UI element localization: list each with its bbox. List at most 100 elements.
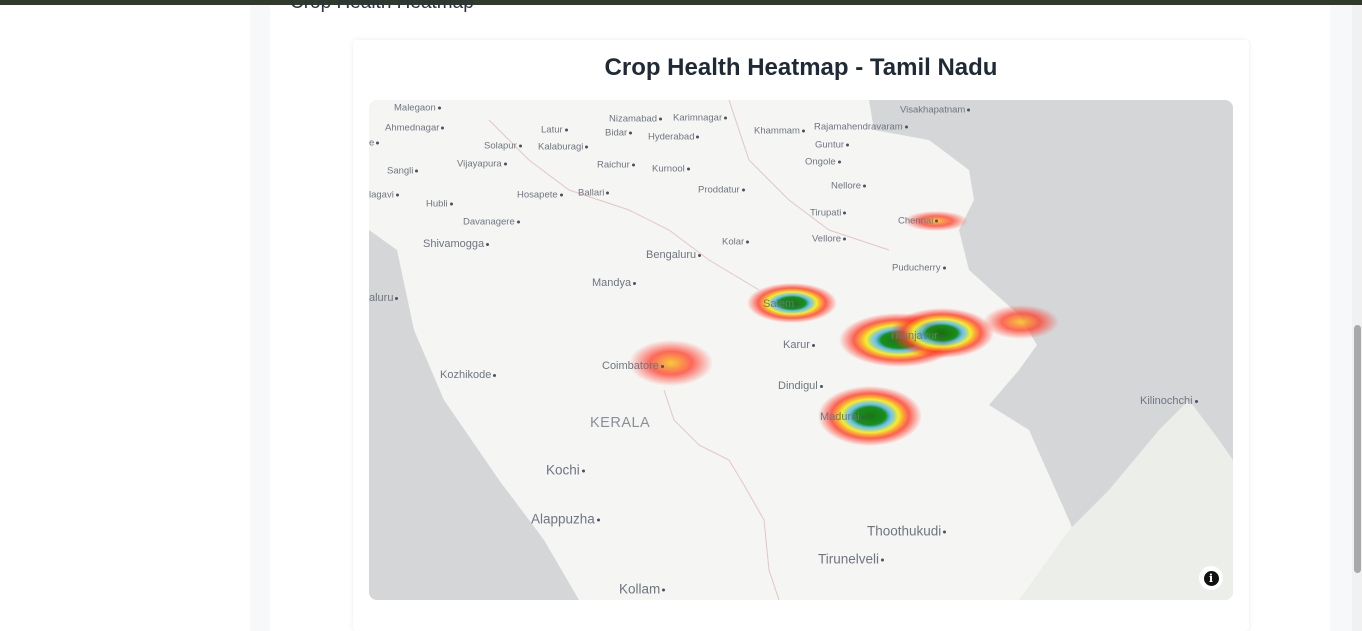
city-label: lagavi [369,190,399,201]
info-icon: i [1203,570,1219,586]
city-label: Davanagere [463,217,520,228]
city-name: Davanagere [463,216,515,228]
city-label: Kollam [619,582,666,597]
city-dot [415,169,419,173]
city-label: Salem [763,298,800,310]
city-name: Proddatur [698,184,740,196]
city-dot [395,193,399,197]
city-dot [659,117,663,121]
city-dot [1194,399,1198,403]
city-label: Hyderabad [648,131,700,143]
city-label: Madurai [820,411,865,423]
city-label: Coimbatore [602,360,664,372]
city-dot [801,129,805,133]
city-label: Kochi [546,463,585,478]
city-dot [696,135,700,139]
city-label: Kalaburagi [538,142,589,153]
city-label: Rajamahendravaram [814,122,908,133]
city-name: Hubli [426,198,448,210]
state-label-text: KERALA [590,415,651,431]
map-frame[interactable]: Malegaon Ahmednagar e Sangli lagavi Hubli Shiv… [369,100,1233,600]
city-label: Malegaon [394,103,441,114]
city-dot [516,220,520,224]
city-label: Shivamogga [423,238,490,250]
city-name: Salem [763,298,795,310]
city-name: Hyderabad [648,131,695,143]
city-name: Vellore [812,233,842,245]
city-label: Kurnool [652,164,690,175]
city-name: Thanjavur [889,330,938,342]
city-label: Kolar [722,236,750,248]
city-dot [631,163,635,167]
city-dot [843,237,847,241]
city-name: Kurnool [652,163,685,175]
city-dot [863,184,867,188]
city-dot [660,364,664,368]
city-name: Rajamahendravaram [814,121,903,133]
city-dot [724,116,728,120]
city-label: Bengaluru [646,249,702,261]
heat-spot-nagapattinam [983,305,1059,339]
city-name: Solapur [484,140,517,152]
city-name: Nizamabad [609,113,658,125]
city-name: Kolar [722,236,745,248]
city-dot [486,242,490,246]
city-dot [441,126,445,130]
city-dot [686,167,690,171]
city-name: Shivamogga [423,238,485,250]
city-dot [843,211,847,215]
city-label: Thanjavur [889,330,943,342]
city-name: Hosapete [517,189,558,201]
city-name: Kozhikode [440,369,492,381]
city-name: Tirupati [810,207,842,219]
city-label: aluru [369,292,399,304]
city-dot [581,469,585,473]
city-label: Visakhapatnam [900,104,971,116]
city-dot [437,106,441,110]
city-dot [819,384,823,388]
city-label: Ahmednagar [385,122,445,134]
city-dot [846,143,850,147]
map-attribution-info-button[interactable]: i [1199,566,1223,590]
city-name: Sangli [387,165,414,177]
city-name: Karur [783,339,810,351]
city-name: Ahmednagar [385,122,440,134]
city-label: Proddatur [698,185,745,196]
city-name: Mandya [592,277,632,289]
city-name: Bengaluru [646,249,697,261]
city-dot [796,302,800,306]
city-dot [935,219,939,223]
city-name: Visakhapatnam [900,104,966,116]
city-name: Karimnagar [673,112,723,124]
city-label: Dindigul [778,380,823,392]
city-name: Alappuzha [531,511,595,527]
city-label: e [369,137,380,149]
city-label: Puducherry [892,263,946,274]
city-name: Bidar [605,127,628,139]
city-dot [629,131,633,135]
city-label: Raichur [597,160,635,171]
city-name: Vijayapura [457,158,502,170]
city-name: Kochi [546,462,580,478]
city-name: Ballari [578,187,605,199]
city-label: Vijayapura [457,159,507,170]
city-label: Vellore [812,233,847,245]
city-label: Nellore [831,181,867,192]
city-label: Tirunelveli [818,552,885,567]
city-label: Karur [783,339,815,351]
city-dot [861,415,865,419]
city-dot [596,518,600,522]
city-label: Bidar [605,127,633,139]
city-name: e [369,137,375,149]
city-dot [942,266,946,270]
city-name: Latur [541,124,563,136]
city-label: Hosapete [517,190,563,201]
city-dot [395,296,399,300]
city-label: Ongole [805,157,841,168]
city-dot [741,188,745,192]
scrollbar-thumb[interactable] [1354,325,1361,573]
city-label: Karimnagar [673,112,728,124]
city-label: Alappuzha [531,512,600,527]
city-dot [811,343,815,347]
city-dot [564,128,568,132]
